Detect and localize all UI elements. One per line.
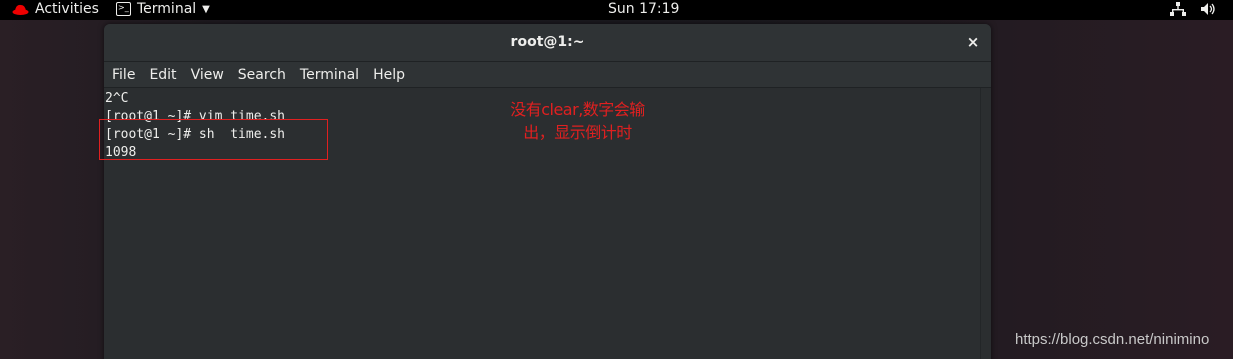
watermark: https://blog.csdn.net/ninimino (1015, 331, 1210, 348)
terminal-scrollbar[interactable] (980, 88, 991, 359)
activities-label: Activities (35, 1, 99, 17)
top-bar: Activities >_ Terminal ▼ Sun 17:19 (0, 0, 1233, 20)
menu-bar: File Edit View Search Terminal Help (104, 62, 991, 88)
window-title: root@1:~ (510, 34, 585, 50)
redhat-icon (12, 4, 29, 15)
annotation-note: 没有clear,数字会输 出，显示倒计时 (490, 98, 665, 144)
system-tray[interactable] (1170, 2, 1216, 16)
menu-terminal[interactable]: Terminal (300, 67, 359, 83)
annotation-line-2: 出，显示倒计时 (523, 123, 632, 142)
menu-search[interactable]: Search (238, 67, 286, 83)
activities-button[interactable]: Activities (12, 1, 99, 17)
annotation-line-1: 没有clear,数字会输 (510, 100, 645, 119)
close-icon[interactable]: × (964, 33, 982, 51)
terminal-window: root@1:~ × File Edit View Search Termina… (104, 24, 991, 359)
app-menu-terminal[interactable]: >_ Terminal ▼ (116, 1, 210, 17)
menu-view[interactable]: View (191, 67, 224, 83)
network-icon[interactable] (1170, 2, 1186, 16)
app-menu-label: Terminal (137, 1, 197, 17)
window-titlebar[interactable]: root@1:~ × (104, 24, 991, 62)
menu-file[interactable]: File (112, 67, 135, 83)
chevron-down-icon: ▼ (202, 3, 210, 15)
volume-icon[interactable] (1200, 2, 1216, 16)
annotation-highlight-box (99, 119, 328, 160)
menu-help[interactable]: Help (373, 67, 405, 83)
clock[interactable]: Sun 17:19 (608, 1, 679, 17)
terminal-app-icon: >_ (116, 2, 131, 16)
menu-edit[interactable]: Edit (149, 67, 176, 83)
